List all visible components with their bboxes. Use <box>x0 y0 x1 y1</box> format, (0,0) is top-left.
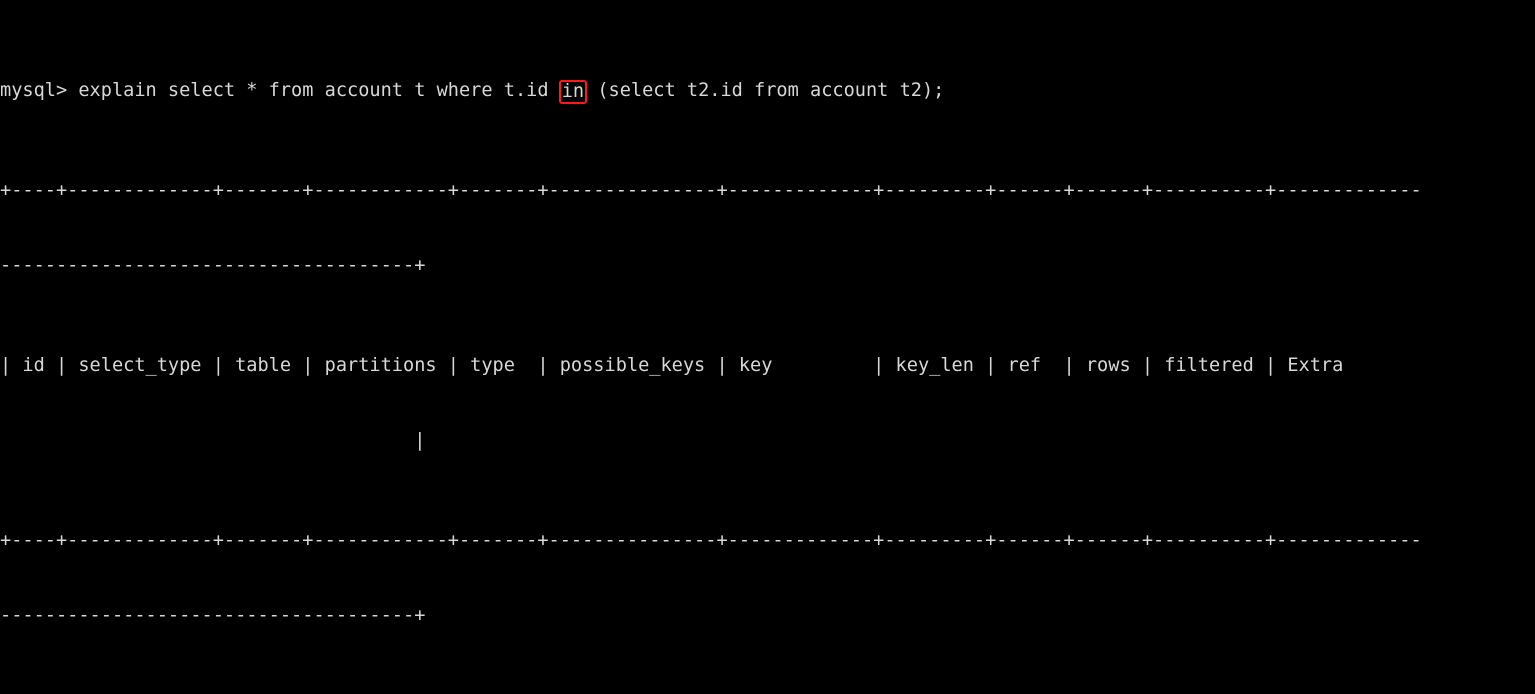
explain-header-row-wrap: | <box>0 430 426 451</box>
explain-separator-top: +----+-------------+-------+------------… <box>0 180 1422 201</box>
terminal-screen[interactable]: mysql> explain select * from account t w… <box>0 3 1535 694</box>
terminal-window[interactable]: mysql> explain select * from account t w… <box>0 0 1535 694</box>
prompt-explain-suffix: (select t2.id from account t2); <box>586 80 945 101</box>
highlight-keyword-in: in <box>558 80 588 104</box>
prompt-explain-prefix: mysql> explain select * from account t w… <box>0 80 560 101</box>
explain-header-row: | id | select_type | table | partitions … <box>0 355 1422 376</box>
explain-separator-middle-wrap: -------------------------------------+ <box>0 605 426 626</box>
explain-separator-middle: +----+-------------+-------+------------… <box>0 530 1422 551</box>
explain-separator-top-wrap: -------------------------------------+ <box>0 255 426 276</box>
command-line-explain: mysql> explain select * from account t w… <box>0 78 1535 104</box>
